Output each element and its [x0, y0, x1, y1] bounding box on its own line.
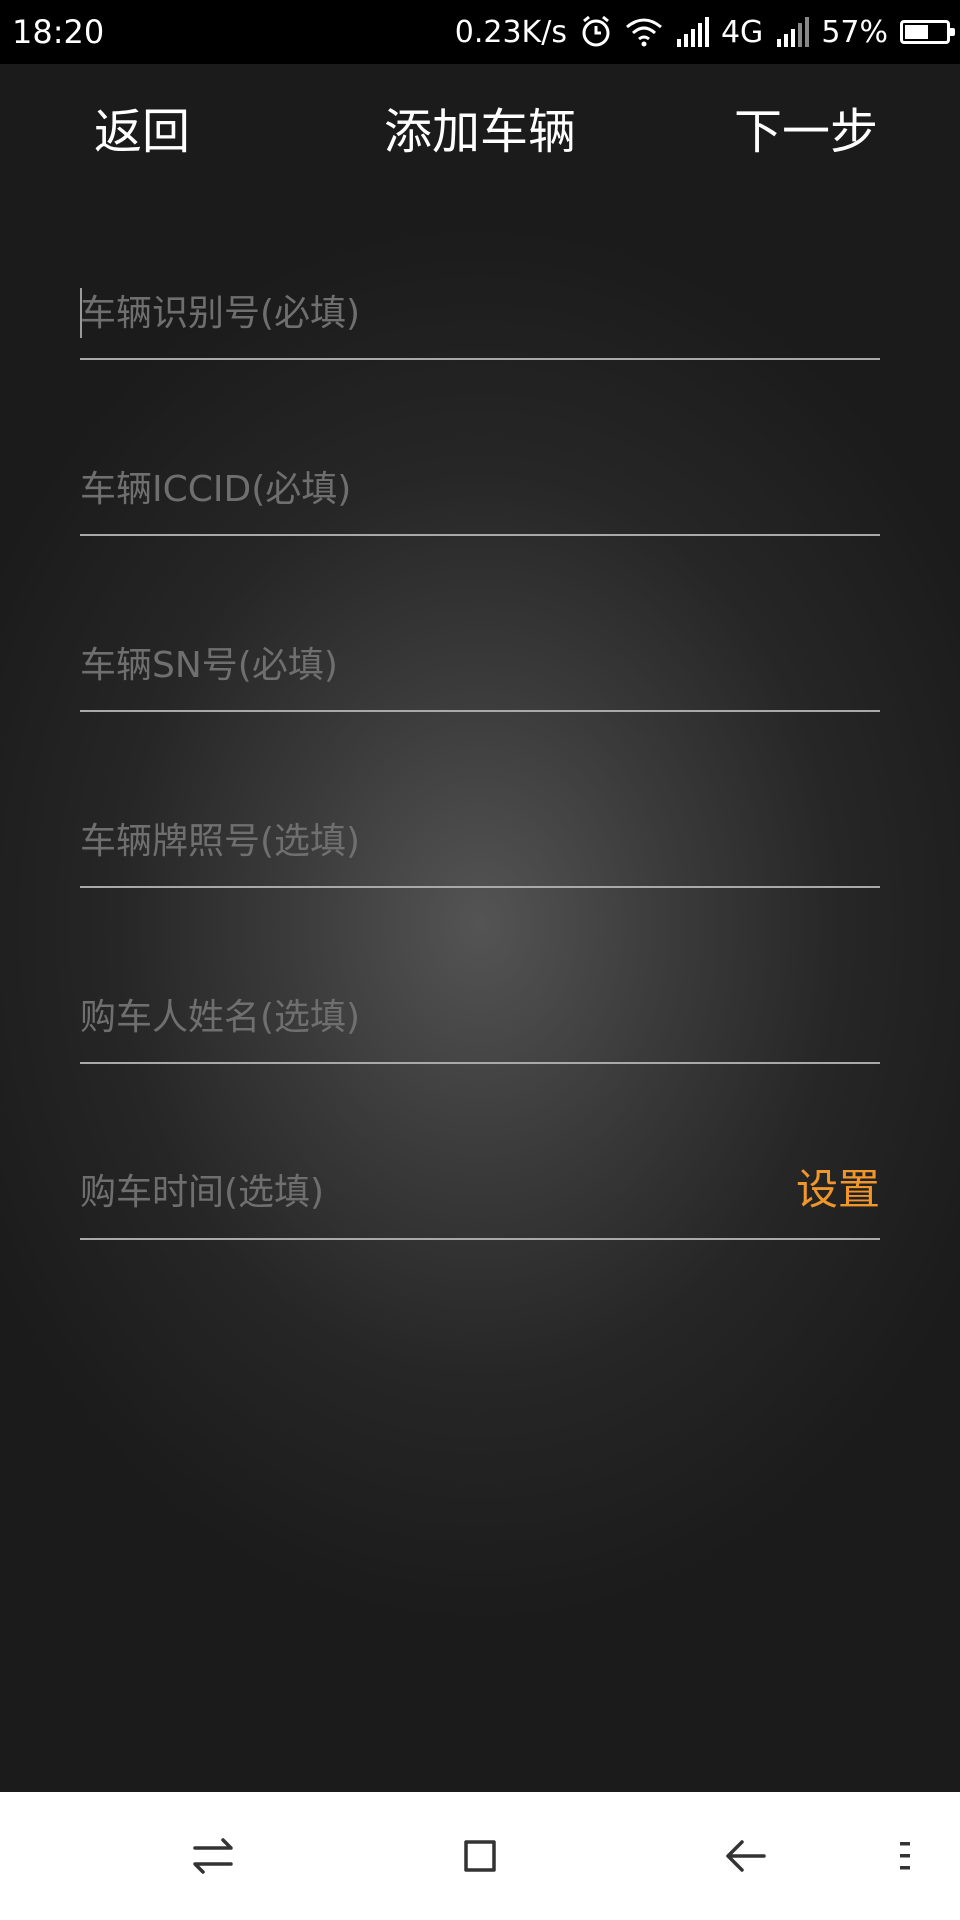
- back-button[interactable]: 返回: [94, 102, 190, 162]
- screen: 18:20 0.23K/s 4G 57% 添加车辆 返回 下一步 车辆识别号(必…: [0, 0, 960, 1920]
- signal-icon-2: [775, 17, 810, 47]
- next-step-button[interactable]: 下一步: [734, 102, 878, 162]
- iccid-field: [80, 434, 880, 536]
- buyer-name-field: [80, 962, 880, 1064]
- sn-field: [80, 610, 880, 712]
- iccid-input[interactable]: [80, 464, 780, 514]
- signal-icon: [675, 17, 709, 47]
- home-icon[interactable]: [450, 1826, 510, 1886]
- battery-percent: 57%: [821, 14, 888, 50]
- vin-field: [80, 258, 880, 360]
- system-nav-bar: [0, 1792, 960, 1920]
- plate-input[interactable]: [80, 816, 780, 866]
- wifi-icon: [625, 17, 663, 47]
- network-speed: 0.23K/s: [454, 14, 567, 50]
- menu-icon[interactable]: [876, 1826, 936, 1886]
- sn-input[interactable]: [80, 640, 780, 690]
- vin-input[interactable]: [80, 288, 780, 338]
- status-indicators: 0.23K/s 4G 57%: [454, 12, 955, 52]
- purchase-time-label: 购车时间(选填): [80, 1172, 325, 1213]
- status-bar: 18:20 0.23K/s 4G 57%: [0, 0, 960, 64]
- plate-field: [80, 786, 880, 888]
- switch-icon[interactable]: [183, 1826, 243, 1886]
- battery-fill: [905, 25, 928, 39]
- purchase-time-field: 购车时间(选填) 设置: [80, 1138, 880, 1240]
- alarm-icon: [579, 15, 613, 49]
- back-icon[interactable]: [716, 1826, 776, 1886]
- buyer-name-input[interactable]: [80, 992, 780, 1042]
- main-content: 添加车辆 返回 下一步 购车时间(选填) 设置: [0, 64, 960, 1792]
- network-type: 4G: [720, 14, 764, 50]
- set-purchase-time-button[interactable]: 设置: [796, 1160, 880, 1220]
- status-time: 18:20: [12, 13, 105, 51]
- battery-icon: [900, 20, 955, 44]
